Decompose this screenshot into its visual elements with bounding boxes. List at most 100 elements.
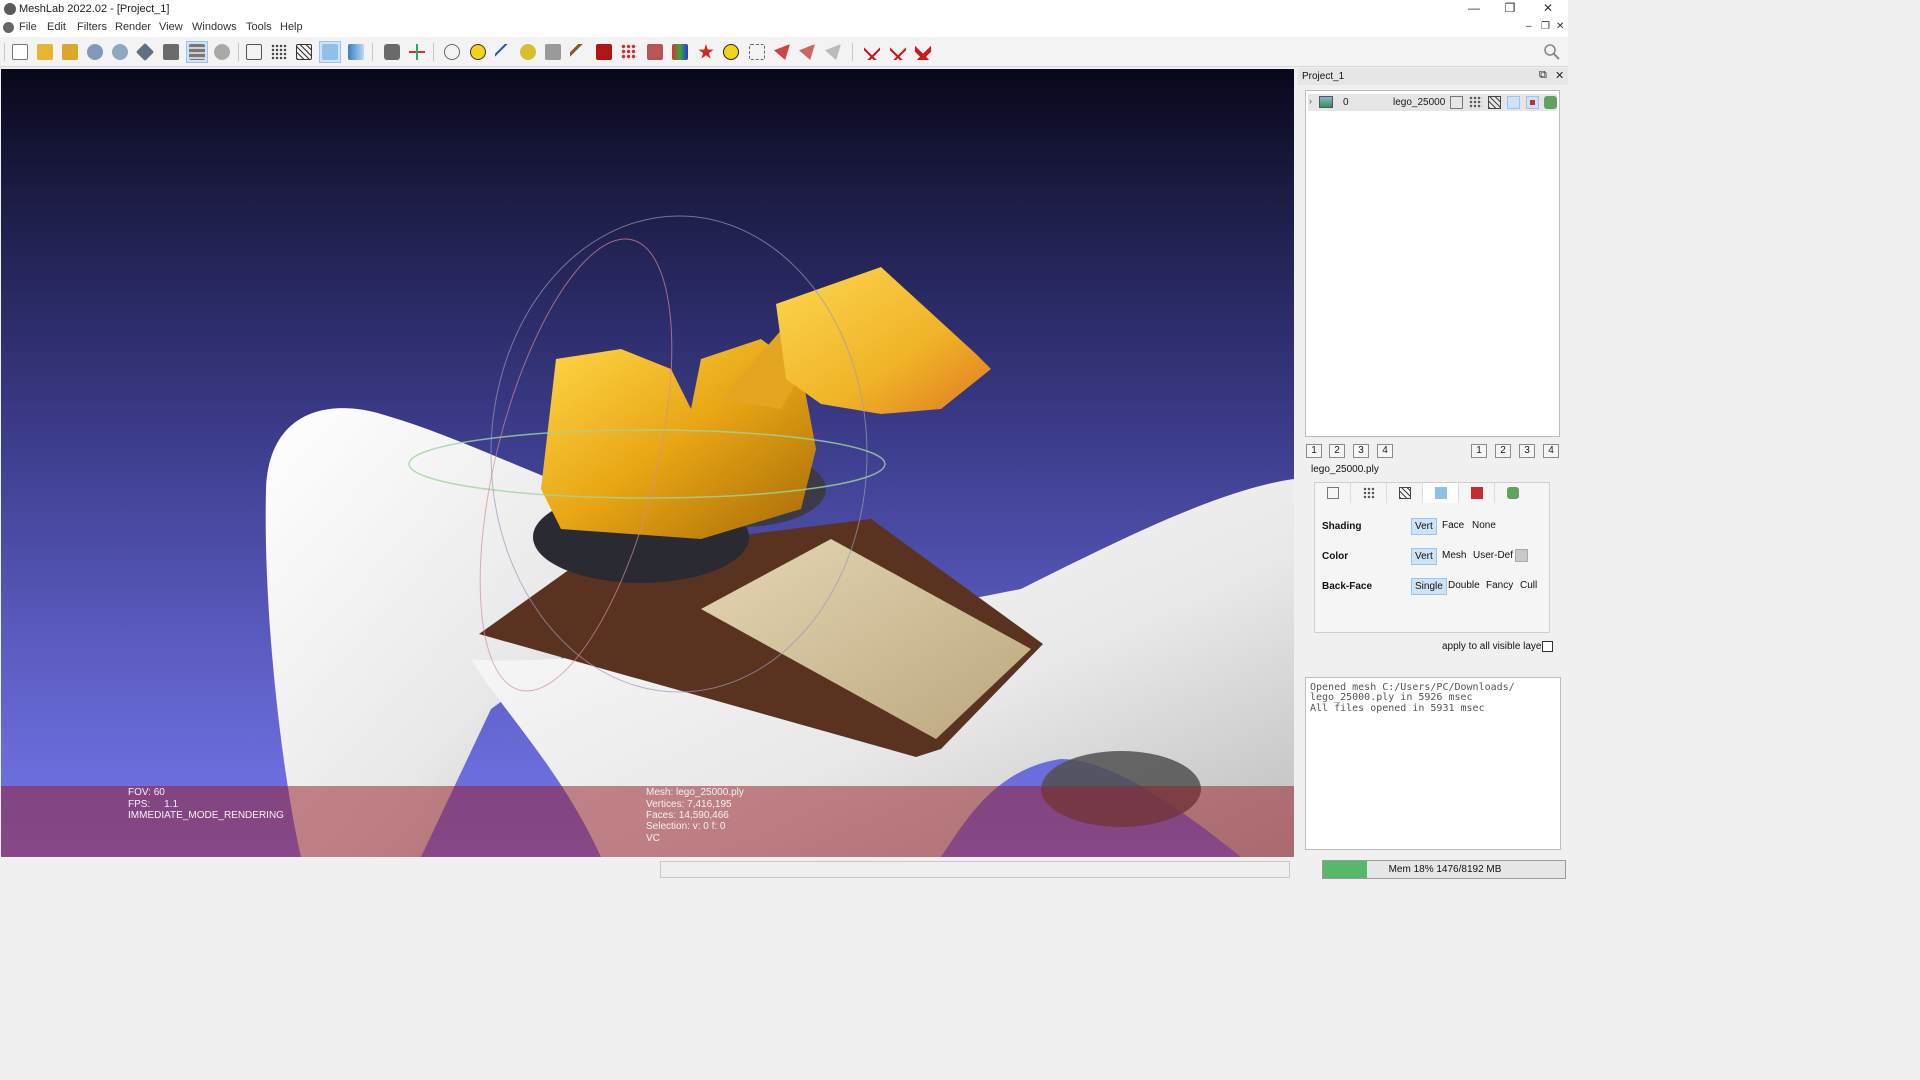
shading-face-option[interactable]: Face <box>1439 518 1467 533</box>
pickpoints-icon[interactable] <box>771 41 793 63</box>
info-icon[interactable] <box>720 41 742 63</box>
measure-icon[interactable] <box>492 41 514 63</box>
mdi-restore-button[interactable]: ❐ <box>1541 21 1550 32</box>
camera-icon[interactable] <box>542 41 564 63</box>
close-window-button[interactable]: ✕ <box>1530 0 1566 19</box>
bbox-tab-icon[interactable] <box>1315 483 1351 503</box>
layer-wireframe-icon[interactable] <box>1488 96 1501 109</box>
layer-visibility-icon[interactable] <box>1319 96 1333 108</box>
rendered-mesh-scene[interactable] <box>1 69 1294 857</box>
select-connected-icon[interactable] <box>796 41 818 63</box>
texture-tab-icon[interactable] <box>1459 483 1495 503</box>
show-axis-icon[interactable] <box>406 41 428 63</box>
log-window[interactable]: Opened mesh C:/Users/PC/Downloads/ lego_… <box>1305 677 1561 850</box>
color-vert-option[interactable]: Vert <box>1411 548 1437 565</box>
export-mesh-icon[interactable] <box>134 41 156 63</box>
meshlab-app-icon <box>4 3 16 15</box>
other-tab-icon[interactable] <box>1495 483 1531 503</box>
close-dock-icon[interactable]: ✕ <box>1555 69 1564 82</box>
reload-all-icon[interactable] <box>109 41 131 63</box>
layer-bbox-icon[interactable] <box>1450 96 1463 109</box>
reload-icon[interactable] <box>84 41 106 63</box>
menu-filters[interactable]: Filters <box>77 21 107 33</box>
3d-viewport[interactable]: FOV: 60 FPS: 1.1 IMMEDIATE_MODE_RENDERIN… <box>1 69 1294 857</box>
points-tab-icon[interactable] <box>1351 483 1387 503</box>
delete-selection-icon[interactable] <box>912 41 934 63</box>
layers-dialog-icon[interactable] <box>186 41 208 63</box>
delete-vertices-icon[interactable] <box>861 41 883 63</box>
layer-points-icon[interactable] <box>1469 96 1482 109</box>
menu-render[interactable]: Render <box>115 21 151 33</box>
menu-help[interactable]: Help <box>280 21 303 33</box>
raster-layers-icon[interactable] <box>211 41 233 63</box>
shading-none-option[interactable]: None <box>1469 518 1499 533</box>
expand-layer-icon[interactable]: › <box>1309 96 1312 106</box>
raster-page-3[interactable]: 3 <box>1353 444 1369 458</box>
view-page-1[interactable]: 1 <box>1471 444 1487 458</box>
document-icon[interactable] <box>3 22 14 33</box>
bbox-icon[interactable] <box>243 41 265 63</box>
search-icon[interactable] <box>1541 41 1563 63</box>
raster-page-4[interactable]: 4 <box>1377 444 1393 458</box>
layer-row[interactable]: › 0 lego_25000 <box>1308 94 1557 111</box>
backface-double-option[interactable]: Double <box>1445 578 1483 593</box>
mdi-minimize-button[interactable]: – <box>1526 21 1532 32</box>
paint-icon[interactable] <box>567 41 589 63</box>
backface-single-option[interactable]: Single <box>1411 578 1447 595</box>
layer-texture-icon[interactable] <box>1526 96 1539 109</box>
smooth-icon[interactable] <box>345 41 367 63</box>
annotation-icon[interactable] <box>467 41 489 63</box>
snapshot-icon[interactable] <box>160 41 182 63</box>
view-page-4[interactable]: 4 <box>1543 444 1559 458</box>
open-project-icon[interactable] <box>34 41 56 63</box>
layer-name[interactable]: lego_25000 <box>1393 97 1445 108</box>
color-paint-icon[interactable] <box>669 41 691 63</box>
view-page-3[interactable]: 3 <box>1519 444 1535 458</box>
select-region-icon[interactable] <box>746 41 768 63</box>
float-dock-icon[interactable]: ⧉ <box>1539 69 1547 82</box>
raster-icon[interactable] <box>593 41 615 63</box>
menu-tools[interactable]: Tools <box>246 21 272 33</box>
fill-tab-icon[interactable] <box>1423 483 1459 503</box>
title-bar: MeshLab 2022.02 - [Project_1] — ❐ ✕ <box>0 0 1568 19</box>
align-icon[interactable] <box>517 41 539 63</box>
menu-windows[interactable]: Windows <box>192 21 237 33</box>
restore-window-button[interactable]: ❐ <box>1492 0 1528 19</box>
import-mesh-icon[interactable] <box>59 41 81 63</box>
backface-fancy-option[interactable]: Fancy <box>1483 578 1516 593</box>
menu-file[interactable]: File <box>19 21 37 33</box>
shading-vert-option[interactable]: Vert <box>1411 518 1437 535</box>
layer-decorators-icon[interactable] <box>1544 96 1557 109</box>
select-all-icon[interactable] <box>822 41 844 63</box>
backface-cull-option[interactable]: Cull <box>1517 578 1540 593</box>
menu-edit[interactable]: Edit <box>47 21 66 33</box>
color-userdef-option[interactable]: User-Def <box>1470 548 1516 563</box>
quality-icon[interactable] <box>695 41 717 63</box>
minimize-window-button[interactable]: — <box>1456 0 1492 19</box>
select-faces-icon[interactable] <box>644 41 666 63</box>
new-project-icon[interactable] <box>9 41 31 63</box>
mdi-close-button[interactable]: ✕ <box>1556 21 1564 32</box>
toolbar-separator <box>372 43 373 61</box>
layer-fill-icon[interactable] <box>1507 96 1520 109</box>
points-icon[interactable] <box>268 41 290 63</box>
current-mesh-filename: lego_25000.ply <box>1311 464 1379 475</box>
select-vertices-icon[interactable] <box>618 41 640 63</box>
wire-tab-icon[interactable] <box>1387 483 1423 503</box>
status-message-field <box>660 861 1290 878</box>
show-normals-icon[interactable] <box>381 41 403 63</box>
backface-label: Back-Face <box>1322 581 1373 592</box>
status-bar: Mem 18% 1476/8192 MB <box>0 857 1568 882</box>
color-mesh-option[interactable]: Mesh <box>1439 548 1469 563</box>
raster-page-1[interactable]: 1 <box>1306 444 1322 458</box>
flat-icon[interactable] <box>319 41 341 63</box>
user-color-swatch[interactable] <box>1515 549 1528 562</box>
delete-faces-icon[interactable] <box>887 41 909 63</box>
apply-all-checkbox[interactable] <box>1542 641 1553 652</box>
trackball-icon[interactable] <box>441 41 463 63</box>
view-page-2[interactable]: 2 <box>1495 444 1511 458</box>
raster-page-2[interactable]: 2 <box>1329 444 1345 458</box>
menu-view[interactable]: View <box>159 21 183 33</box>
toolbar-separator <box>852 43 853 61</box>
wireframe-icon[interactable] <box>293 41 315 63</box>
